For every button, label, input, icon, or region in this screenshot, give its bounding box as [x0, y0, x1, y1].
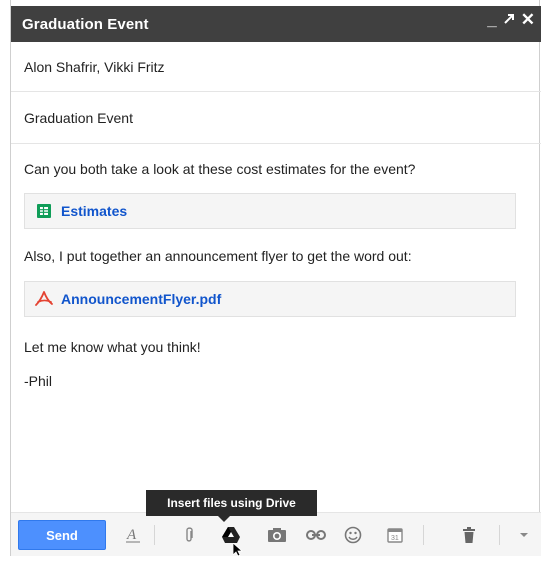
signature: -Phil — [24, 373, 53, 389]
attach-file-icon[interactable] — [177, 523, 201, 547]
more-options-icon[interactable] — [512, 523, 536, 547]
insert-link-icon[interactable] — [304, 523, 328, 547]
compose-titlebar[interactable]: Graduation Event _ ✕ — [11, 6, 541, 42]
calendar-icon[interactable]: 31 — [383, 523, 407, 547]
svg-text:31: 31 — [391, 535, 399, 542]
toolbar-separator — [499, 525, 500, 545]
subject-text: Graduation Event — [24, 109, 133, 126]
subject-field[interactable]: Graduation Event — [11, 92, 541, 144]
insert-photo-icon[interactable] — [265, 523, 289, 547]
emoji-icon[interactable] — [341, 523, 365, 547]
tooltip-arrow — [218, 516, 230, 522]
attachment-label: AnnouncementFlyer.pdf — [61, 291, 222, 307]
attachment-label: Estimates — [61, 203, 128, 219]
compose-toolbar: Send A 31 — [11, 512, 541, 556]
toolbar-separator — [154, 525, 155, 545]
sheets-icon — [35, 202, 53, 220]
formatting-icon[interactable]: A — [121, 523, 145, 547]
mouse-cursor-icon — [232, 542, 244, 561]
send-button[interactable]: Send — [18, 520, 106, 550]
attachment-flyer[interactable]: AnnouncementFlyer.pdf — [24, 281, 516, 317]
toolbar-separator — [423, 525, 424, 545]
svg-text:A: A — [126, 527, 137, 543]
compose-window: Graduation Event _ ✕ Alon Shafrir, Vikki… — [10, 0, 541, 556]
compose-title: Graduation Event — [22, 15, 149, 33]
attachment-estimates[interactable]: Estimates — [24, 193, 516, 229]
recipients-field[interactable]: Alon Shafrir, Vikki Fritz — [11, 42, 541, 92]
recipients-text: Alon Shafrir, Vikki Fritz — [24, 58, 165, 75]
body-line: Also, I put together an announcement fly… — [24, 248, 412, 264]
minimize-icon[interactable]: _ — [487, 10, 496, 30]
drive-tooltip: Insert files using Drive — [146, 490, 317, 516]
body-line: Let me know what you think! — [24, 339, 201, 355]
window-controls: _ ✕ — [487, 10, 535, 30]
discard-icon[interactable] — [457, 523, 481, 547]
body-line: Can you both take a look at these cost e… — [24, 161, 416, 177]
popout-icon[interactable] — [503, 10, 515, 30]
pdf-icon — [35, 290, 53, 308]
close-icon[interactable]: ✕ — [521, 10, 535, 30]
